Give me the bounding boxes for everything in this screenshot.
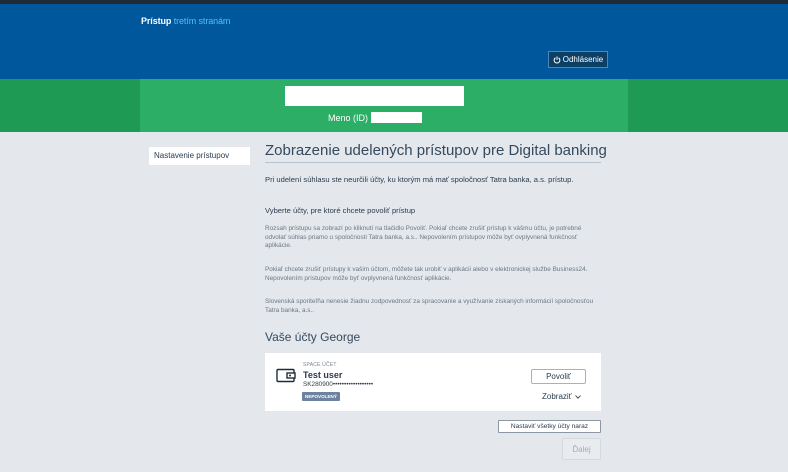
chevron-down-icon [574,394,581,399]
accounts-section-title: Vaše účty George [265,330,361,344]
user-id-label: Meno (ID) [328,112,369,123]
power-icon [553,55,561,63]
info-paragraph-3: Slovenská sporiteľňa nenesie žiadnu zodp… [265,298,594,314]
account-name: Test user [303,370,343,380]
title-divider [265,162,601,163]
show-details-toggle[interactable]: Zobraziť [542,392,581,401]
sidebar-item-label: Nastavenie prístupov [154,151,230,160]
set-all-accounts-button[interactable]: Nastaviť všetky účty naraz [498,420,601,433]
info-paragraph-1: Rozsah prístupu sa zobrazí po kliknutí n… [265,225,582,250]
show-details-label: Zobraziť [542,392,572,401]
logout-button[interactable]: Odhlásenie [548,51,608,68]
band-right [628,79,788,132]
brand-title: Prístup tretím stranám [141,16,230,26]
page-title: Zobrazenie udelených prístupov pre Digit… [265,142,607,159]
brand-main: Prístup [141,16,172,26]
allow-button[interactable]: Povoliť [531,369,586,384]
info-paragraph-2: Pokiaľ chcete zrušiť prístupy k vašim úč… [265,266,588,282]
next-button[interactable]: Ďalej [562,438,601,460]
band-left [0,79,140,132]
user-id-row: Meno (ID) [328,112,423,123]
account-type: SPACE ÚČET [303,362,337,368]
account-card: SPACE ÚČET Test user SK280900•••••••••••… [265,353,601,411]
logout-label: Odhlásenie [562,55,604,64]
brand-accent: tretím stranám [173,16,231,26]
user-name-box [285,86,464,106]
header: Prístup tretím stranám Odhlásenie [0,4,788,79]
status-badge: NEPOVOLENÝ [302,392,340,401]
wallet-icon [276,368,296,383]
sidebar-item-access-settings[interactable]: Nastavenie prístupov [149,147,250,165]
intro-text: Pri udelení súhlasu ste neurčili účty, k… [265,175,574,184]
select-accounts-heading: Vyberte účty, pre ktoré chcete povoliť p… [265,206,416,215]
account-iban: SK280900•••••••••••••••••• [303,381,374,388]
user-id-box [371,112,423,123]
